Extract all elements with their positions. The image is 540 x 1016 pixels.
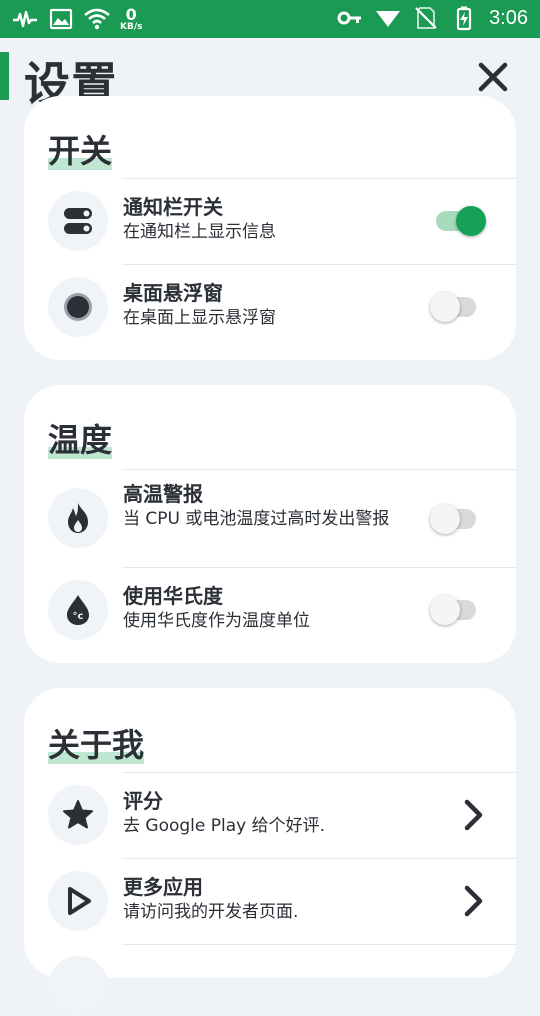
section-title: 开关 (48, 126, 113, 172)
setting-row-notification[interactable]: 通知栏开关 在通知栏上显示信息 (48, 178, 516, 264)
row-title: 评分 (123, 789, 163, 813)
setting-row-floating-window[interactable]: 桌面悬浮窗 在桌面上显示悬浮窗 (48, 264, 516, 350)
row-subtitle: 请访问我的开发者页面. (123, 902, 299, 922)
row-title: 桌面悬浮窗 (123, 281, 223, 305)
switch-knob (456, 206, 486, 236)
net-speed-unit: KB/s (120, 21, 143, 32)
row-title: 通知栏开关 (123, 195, 223, 219)
key-icon (337, 11, 362, 25)
thermometer-drop-icon: °c (67, 595, 89, 625)
status-bar: 0 KB/s 3:06 (0, 0, 540, 38)
floating-window-switch[interactable] (430, 292, 476, 322)
switch-knob (430, 504, 460, 534)
chevron-right-icon[interactable] (462, 798, 486, 832)
divider (122, 178, 516, 179)
section-temperature-card: 温度 高温警报 当 CPU 或电池温度过高时发出警报 °c 使用华氏度 使用华氏… (24, 385, 516, 663)
toggle-icon (64, 208, 92, 234)
icon-container (48, 785, 108, 845)
no-sim-icon (415, 7, 437, 29)
switch-knob (430, 292, 460, 322)
section-title: 温度 (48, 415, 113, 461)
icon-container (48, 277, 108, 337)
divider (122, 469, 516, 470)
fahrenheit-switch[interactable] (430, 595, 476, 625)
icon-container (48, 956, 108, 1016)
play-icon (68, 887, 91, 915)
setting-row-more-apps[interactable]: 更多应用 请访问我的开发者页面. (48, 858, 516, 944)
switch-knob (430, 595, 460, 625)
row-title: 使用华氏度 (123, 584, 223, 608)
row-subtitle: 使用华氏度作为温度单位 (123, 611, 310, 631)
header-accent-bar (0, 52, 9, 100)
flame-icon (68, 503, 88, 533)
floating-window-icon (64, 293, 92, 321)
row-title: 更多应用 (123, 875, 203, 899)
chevron-right-icon[interactable] (462, 884, 486, 918)
image-icon (49, 8, 73, 30)
notification-switch[interactable] (436, 206, 486, 236)
net-speed-value: 0 (125, 4, 137, 24)
section-about-card: 关于我 评分 去 Google Play 给个好评. 更多应用 请访问我的开发者… (24, 688, 516, 1016)
row-subtitle: 在通知栏上显示信息 (123, 222, 276, 242)
divider (122, 944, 516, 945)
setting-row-fahrenheit[interactable]: °c 使用华氏度 使用华氏度作为温度单位 (48, 567, 516, 653)
row-subtitle: 当 CPU 或电池温度过高时发出警报 (123, 509, 390, 529)
clock: 3:06 (489, 6, 528, 29)
icon-container (48, 191, 108, 251)
close-icon[interactable] (474, 58, 512, 96)
row-title: 高温警报 (123, 482, 203, 506)
setting-row-rate[interactable]: 评分 去 Google Play 给个好评. (48, 772, 516, 858)
divider (122, 567, 516, 568)
star-icon (63, 800, 93, 829)
svg-text:°c: °c (73, 611, 84, 622)
icon-container (48, 871, 108, 931)
battery-charging-icon (456, 6, 472, 31)
setting-row-high-temp-alert[interactable]: 高温警报 当 CPU 或电池温度过高时发出警报 (48, 469, 516, 567)
section-title: 关于我 (48, 720, 145, 766)
setting-row-next (48, 944, 516, 1016)
high-temp-alert-switch[interactable] (430, 504, 476, 534)
icon-container: °c (48, 580, 108, 640)
row-subtitle: 去 Google Play 给个好评. (123, 816, 326, 836)
pulse-icon (13, 10, 37, 28)
divider (122, 264, 516, 265)
icon-container (48, 488, 108, 548)
net-speed: 0 KB/s (120, 4, 143, 32)
section-switches-card: 开关 通知栏开关 在通知栏上显示信息 桌面悬浮窗 在桌面上显示悬浮窗 (24, 96, 516, 360)
wifi-icon (84, 8, 110, 30)
divider (122, 858, 516, 859)
signal-icon (376, 11, 401, 27)
row-subtitle: 在桌面上显示悬浮窗 (123, 308, 276, 328)
divider (122, 772, 516, 773)
